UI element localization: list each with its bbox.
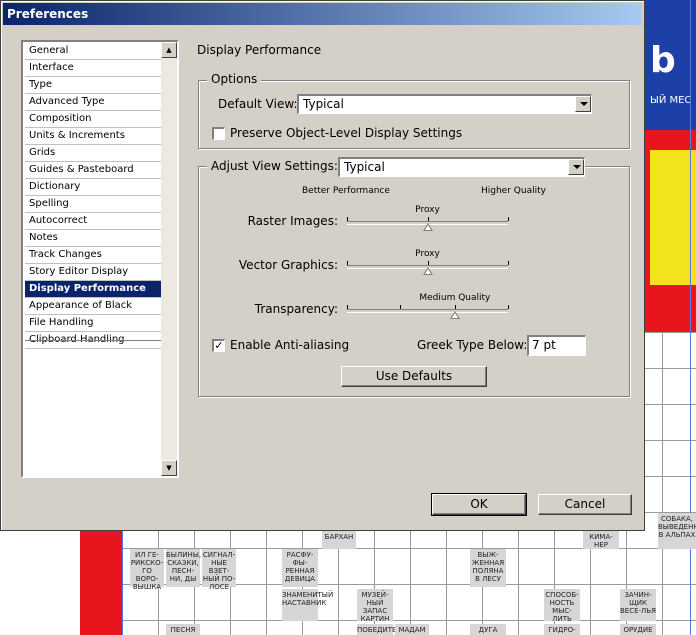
adjust-view-value: Typical xyxy=(344,160,385,174)
slider-tick xyxy=(400,305,402,309)
default-view-label: Default View: xyxy=(218,97,298,111)
category-item[interactable]: Composition xyxy=(25,111,163,128)
crossword-clue: ПОБЕДИТЕЛЬ xyxy=(357,624,407,635)
slider-caption: Proxy xyxy=(415,249,440,259)
anti-aliasing-label[interactable]: Enable Anti-aliasing xyxy=(230,338,349,352)
crossword-clue: СИГНАЛ-НЫЕ ВЗЕТ-НЫЙ ПО-ЛОСЕ xyxy=(202,549,236,591)
category-item[interactable]: Display Performance xyxy=(25,281,163,298)
chevron-down-icon[interactable] xyxy=(568,159,584,175)
crossword-clue: ПЕСНЯ xyxy=(166,624,200,635)
adjust-view-legend: Adjust View Settings: xyxy=(207,159,342,173)
slider-caption: Proxy xyxy=(415,205,440,215)
options-legend: Options xyxy=(207,72,262,86)
cancel-button[interactable]: Cancel xyxy=(538,494,632,515)
preserve-settings-label[interactable]: Preserve Object-Level Display Settings xyxy=(230,126,462,140)
slider-tick xyxy=(427,217,429,221)
crossword-clue: БЫЛИНЫ, СКАЗКИ, ПЕСН-НИ, ДЫ xyxy=(166,549,201,587)
category-item[interactable]: Advanced Type xyxy=(25,94,163,111)
slider-tick xyxy=(347,261,348,265)
category-item[interactable]: Type xyxy=(25,77,163,94)
crossword-clue: БАРХАН xyxy=(322,531,356,549)
crossword-clue: ВЫЖ-ЖЕННАЯ ПОЛЯНА В ЛЕСУ xyxy=(470,549,506,587)
slider-thumb[interactable] xyxy=(422,267,433,275)
crossword-clue: МАДАМ xyxy=(395,624,429,635)
slider-tick xyxy=(427,261,429,265)
preserve-settings-checkbox[interactable] xyxy=(212,127,225,140)
anti-aliasing-checkbox[interactable]: ✓ xyxy=(212,339,225,352)
scroll-down-button[interactable]: ▼ xyxy=(161,460,177,476)
slider-thumb[interactable] xyxy=(422,223,433,231)
panel-title: Display Performance xyxy=(197,43,322,57)
category-item[interactable]: Interface xyxy=(25,60,163,77)
header-fragment: ЫЙ МЕС xyxy=(650,95,692,106)
guide-line xyxy=(122,531,123,635)
category-item[interactable]: Guides & Pasteboard xyxy=(25,162,163,179)
scroll-up-button[interactable]: ▲ xyxy=(161,42,177,58)
preferences-dialog: Preferences General Interface Type Advanced… xyxy=(0,0,645,531)
crossword-clue: СОБАКА, ВЫВЕДЕННАЯ В АЛЬПАХ xyxy=(658,513,696,549)
category-item[interactable]: Spelling xyxy=(25,196,163,213)
crossword-clue: ЗАЧИН-ЩИК ВЕСЕ-ЛЬЯ xyxy=(620,589,656,621)
adjust-view-group xyxy=(198,166,630,397)
slider-tick xyxy=(508,305,509,309)
crossword-clue: ДУГА xyxy=(470,624,506,635)
category-item[interactable]: Notes xyxy=(25,230,163,247)
crossword-clue: МУЗЕЙ-НЫЙ ЗАПАС КАРТИН xyxy=(357,589,393,623)
slider-tick xyxy=(508,217,509,221)
higher-quality-label: Higher Quality xyxy=(481,186,546,196)
better-performance-label: Better Performance xyxy=(302,186,390,196)
slider-label: Raster Images: xyxy=(247,214,338,228)
default-view-select[interactable]: Typical xyxy=(297,94,592,114)
slider-label: Vector Graphics: xyxy=(238,258,338,272)
red-strip xyxy=(645,300,696,332)
crossword-clue: ГИДРО- xyxy=(544,624,580,635)
title-bar[interactable]: Preferences xyxy=(3,3,642,25)
ok-button[interactable]: OK xyxy=(431,493,527,516)
crossword-clue: ЗНАМЕНИТЫЙ НАСТАВНИК xyxy=(282,589,333,621)
slider-tick xyxy=(347,305,348,309)
category-item[interactable]: File Handling xyxy=(25,315,163,332)
category-item[interactable]: General xyxy=(25,43,163,60)
chevron-down-icon[interactable] xyxy=(575,96,591,112)
slider-tick xyxy=(508,261,509,265)
slider-label: Transparency: xyxy=(254,302,338,316)
category-item[interactable]: Clipboard Handling xyxy=(25,332,163,349)
window-title: Preferences xyxy=(7,7,89,21)
crossword-clue: КИМА-НЕР xyxy=(583,531,619,549)
slider-thumb[interactable] xyxy=(449,311,460,319)
crossword-clue: ОРУДИЕ xyxy=(620,624,656,635)
adjust-view-select[interactable]: Typical xyxy=(338,157,585,177)
greek-type-input[interactable]: 7 pt xyxy=(527,335,586,356)
crossword-clue: СПОСОБ-НОСТЬ МЫС-ЛИТЬ xyxy=(544,589,580,623)
crossword-clue: ИЛ ГЕ-РИКСКО-ГО ВОРО-ВЫШКА xyxy=(130,549,164,591)
slider-track[interactable] xyxy=(347,309,508,313)
slider-caption: Medium Quality xyxy=(419,293,491,303)
use-defaults-button[interactable]: Use Defaults xyxy=(341,366,487,387)
slider-tick xyxy=(347,217,348,221)
red-side-bar xyxy=(80,530,122,635)
slider-tick xyxy=(454,305,456,309)
greek-type-label: Greek Type Below: xyxy=(417,338,528,352)
category-item[interactable]: Units & Increments xyxy=(25,128,163,145)
category-item[interactable]: Grids xyxy=(25,145,163,162)
category-item[interactable]: Dictionary xyxy=(25,179,163,196)
crossword-clue: РАСФУ-ФЫ-РЕННАЯ ДЕВИЦА xyxy=(282,549,318,587)
logo-fragment: b xyxy=(650,40,676,81)
default-view-value: Typical xyxy=(303,97,344,111)
